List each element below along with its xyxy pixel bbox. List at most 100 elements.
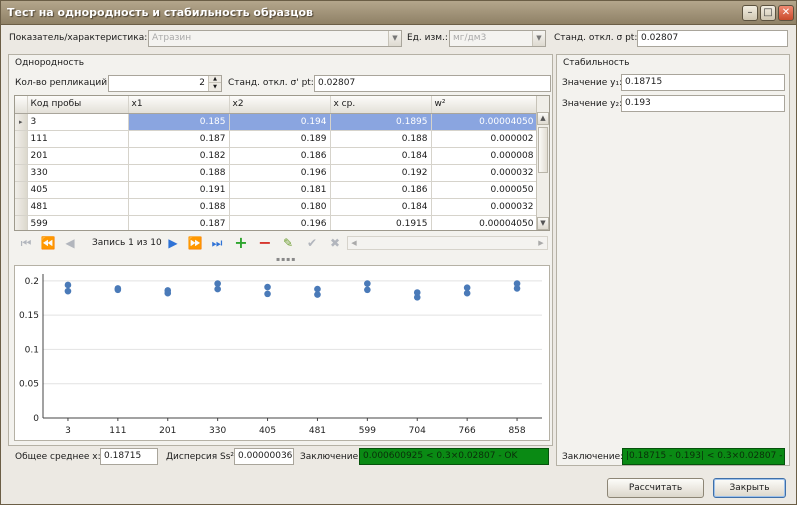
- cell-w2[interactable]: 0.000002: [431, 130, 538, 148]
- row-header[interactable]: [15, 181, 28, 199]
- cell-code[interactable]: 330: [27, 164, 129, 182]
- scroll-up-icon[interactable]: ▲: [537, 112, 549, 125]
- cancel-edit-icon[interactable]: ✖: [325, 233, 345, 253]
- scroll-thumb[interactable]: [538, 127, 548, 173]
- table-row[interactable]: ▸ 3 0.185 0.194 0.1895 0.00004050: [15, 113, 538, 131]
- chevron-down-icon[interactable]: ▼: [388, 31, 401, 46]
- y1-field[interactable]: 0.18715: [621, 74, 785, 91]
- homogeneity-conclusion-label: Заключение:: [300, 452, 362, 462]
- scroll-right-icon[interactable]: ▶: [535, 237, 547, 249]
- cell-w2[interactable]: 0.000032: [431, 164, 538, 182]
- replications-spinner[interactable]: 2 ▲ ▼: [108, 75, 222, 92]
- column-header-code[interactable]: Код пробы: [27, 96, 129, 114]
- cell-xmean[interactable]: 0.184: [330, 198, 432, 216]
- cell-w2[interactable]: 0.000032: [431, 198, 538, 216]
- delete-record-icon[interactable]: −: [255, 233, 275, 253]
- minimize-button[interactable]: –: [742, 5, 758, 21]
- grid-header-row: Код пробы x1 x2 x ср. w²: [15, 96, 538, 114]
- data-point: [413, 294, 421, 301]
- spin-up-icon[interactable]: ▲: [208, 76, 221, 83]
- sigma-prime-field[interactable]: 0.02807: [314, 75, 551, 92]
- cell-x2[interactable]: 0.196: [229, 215, 331, 230]
- cell-x1[interactable]: 0.185: [128, 113, 230, 131]
- cell-x2[interactable]: 0.189: [229, 130, 331, 148]
- cell-xmean[interactable]: 0.188: [330, 130, 432, 148]
- table-row[interactable]: 111 0.187 0.189 0.188 0.000002: [15, 130, 538, 148]
- column-header-w2[interactable]: w²: [431, 96, 538, 114]
- panel-splitter-handle[interactable]: ▪▪▪▪: [276, 257, 295, 263]
- table-row[interactable]: 201 0.182 0.186 0.184 0.000008: [15, 147, 538, 165]
- row-header[interactable]: [15, 215, 28, 230]
- chevron-down-icon[interactable]: ▼: [532, 31, 545, 46]
- main-window: Тест на однородность и стабильность обра…: [0, 0, 797, 505]
- data-point: [364, 286, 371, 294]
- column-header-xmean[interactable]: x ср.: [330, 96, 432, 114]
- last-record-icon[interactable]: ⏭: [207, 233, 227, 253]
- sigma-pt-field[interactable]: 0.02807: [637, 30, 788, 47]
- cell-x1[interactable]: 0.191: [128, 181, 230, 199]
- row-header[interactable]: [15, 164, 28, 182]
- close-window-button[interactable]: ✕: [778, 5, 794, 21]
- cell-x1[interactable]: 0.188: [128, 198, 230, 216]
- data-point: [364, 280, 371, 287]
- first-record-icon[interactable]: ⏮: [16, 233, 36, 253]
- save-record-icon[interactable]: ✔: [302, 233, 322, 253]
- column-header-x2[interactable]: x2: [229, 96, 331, 114]
- add-record-icon[interactable]: +: [231, 233, 251, 253]
- cell-x2[interactable]: 0.194: [229, 113, 331, 131]
- scroll-down-icon[interactable]: ▼: [537, 217, 549, 230]
- dispersion-field[interactable]: 0.000000361: [234, 448, 294, 465]
- calculate-button[interactable]: Рассчитать: [607, 478, 704, 498]
- cell-xmean[interactable]: 0.1915: [330, 215, 432, 230]
- cell-x1[interactable]: 0.187: [128, 130, 230, 148]
- data-point: [513, 280, 521, 287]
- unit-select[interactable]: мг/дм3 ▼: [449, 30, 546, 47]
- cell-w2[interactable]: 0.000008: [431, 147, 538, 165]
- cell-xmean[interactable]: 0.186: [330, 181, 432, 199]
- cell-w2[interactable]: 0.000050: [431, 181, 538, 199]
- column-header-x1[interactable]: x1: [128, 96, 230, 114]
- prev-page-icon[interactable]: ⏪: [38, 233, 58, 253]
- row-header[interactable]: [15, 198, 28, 216]
- samples-grid[interactable]: Код пробы x1 x2 x ср. w² ▸ 3 0.185 0.194…: [14, 95, 550, 231]
- grid-horizontal-scrollbar[interactable]: ◀ ▶: [347, 236, 548, 250]
- cell-w2[interactable]: 0.00004050: [431, 113, 538, 131]
- table-row[interactable]: 481 0.188 0.180 0.184 0.000032: [15, 198, 538, 216]
- next-record-icon[interactable]: ▶: [163, 233, 183, 253]
- cell-x1[interactable]: 0.187: [128, 215, 230, 230]
- cell-code[interactable]: 481: [27, 198, 129, 216]
- maximize-button[interactable]: □: [760, 5, 776, 21]
- indicator-select[interactable]: Атразин ▼: [148, 30, 402, 47]
- y2-field[interactable]: 0.193: [621, 95, 785, 112]
- cell-code[interactable]: 599: [27, 215, 129, 230]
- row-indicator-icon[interactable]: ▸: [15, 113, 28, 131]
- scroll-left-icon[interactable]: ◀: [348, 237, 360, 249]
- title-bar[interactable]: Тест на однородность и стабильность обра…: [1, 1, 796, 25]
- cell-code[interactable]: 3: [27, 113, 129, 131]
- cell-code[interactable]: 201: [27, 147, 129, 165]
- cell-x2[interactable]: 0.186: [229, 147, 331, 165]
- cell-code[interactable]: 405: [27, 181, 129, 199]
- cell-x1[interactable]: 0.188: [128, 164, 230, 182]
- overall-mean-field[interactable]: 0.18715: [100, 448, 158, 465]
- next-page-icon[interactable]: ⏩: [185, 233, 205, 253]
- edit-record-icon[interactable]: ✎: [278, 233, 298, 253]
- table-row[interactable]: 405 0.191 0.181 0.186 0.000050: [15, 181, 538, 199]
- grid-vertical-scrollbar[interactable]: ▲ ▼: [536, 96, 549, 230]
- prev-record-icon[interactable]: ◀: [60, 233, 80, 253]
- row-header[interactable]: [15, 130, 28, 148]
- cell-code[interactable]: 111: [27, 130, 129, 148]
- close-button[interactable]: Закрыть: [713, 478, 786, 498]
- cell-x2[interactable]: 0.181: [229, 181, 331, 199]
- cell-x2[interactable]: 0.180: [229, 198, 331, 216]
- cell-w2[interactable]: 0.00004050: [431, 215, 538, 230]
- cell-xmean[interactable]: 0.192: [330, 164, 432, 182]
- table-row[interactable]: 599 0.187 0.196 0.1915 0.00004050: [15, 215, 538, 230]
- row-header[interactable]: [15, 147, 28, 165]
- cell-xmean[interactable]: 0.1895: [330, 113, 432, 131]
- table-row[interactable]: 330 0.188 0.196 0.192 0.000032: [15, 164, 538, 182]
- cell-x1[interactable]: 0.182: [128, 147, 230, 165]
- spin-down-icon[interactable]: ▼: [208, 83, 221, 91]
- cell-xmean[interactable]: 0.184: [330, 147, 432, 165]
- cell-x2[interactable]: 0.196: [229, 164, 331, 182]
